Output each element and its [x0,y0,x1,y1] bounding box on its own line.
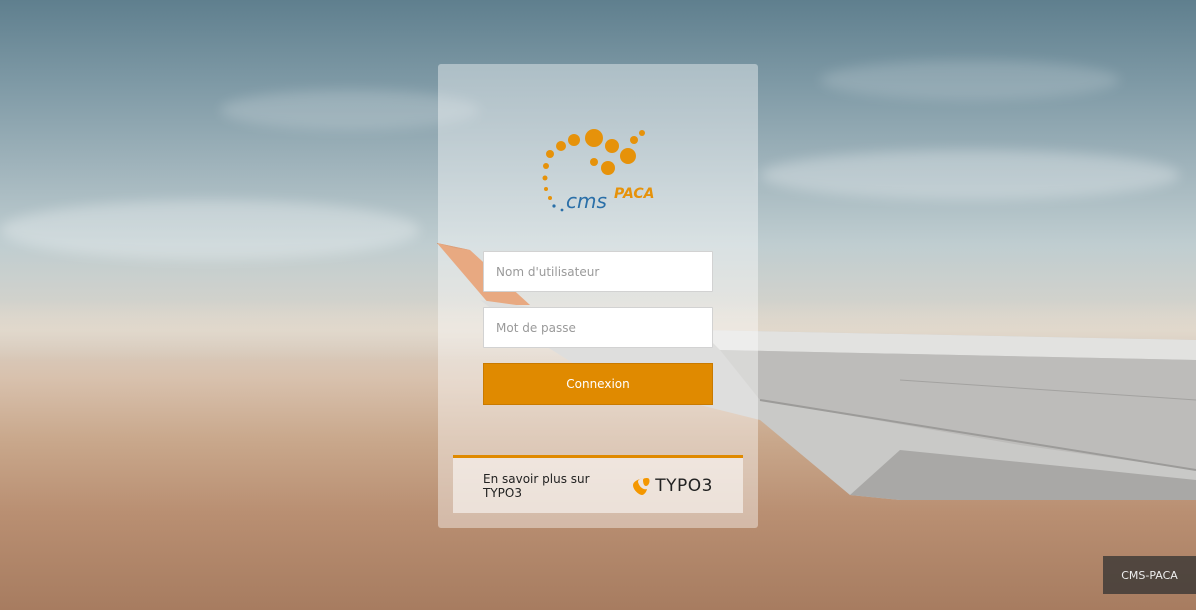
typo3-footer: En savoir plus sur TYPO3 TYPO3 [453,455,743,513]
login-card: cms PACA Connexion En savoir plus sur TY… [438,64,758,528]
username-input[interactable] [483,251,713,292]
svg-text:PACA: PACA [614,186,655,202]
typo3-wordmark: TYPO3 [655,475,713,496]
logo-text: cms [566,189,607,213]
login-button[interactable]: Connexion [483,363,713,405]
password-input[interactable] [483,307,713,348]
site-name-badge: CMS-PACA [1103,556,1196,594]
typo3-logo[interactable]: TYPO3 [631,476,713,496]
typo3-icon [633,477,650,495]
typo3-info-link[interactable]: En savoir plus sur TYPO3 [483,472,619,500]
cms-paca-logo: cms PACA [542,129,655,213]
